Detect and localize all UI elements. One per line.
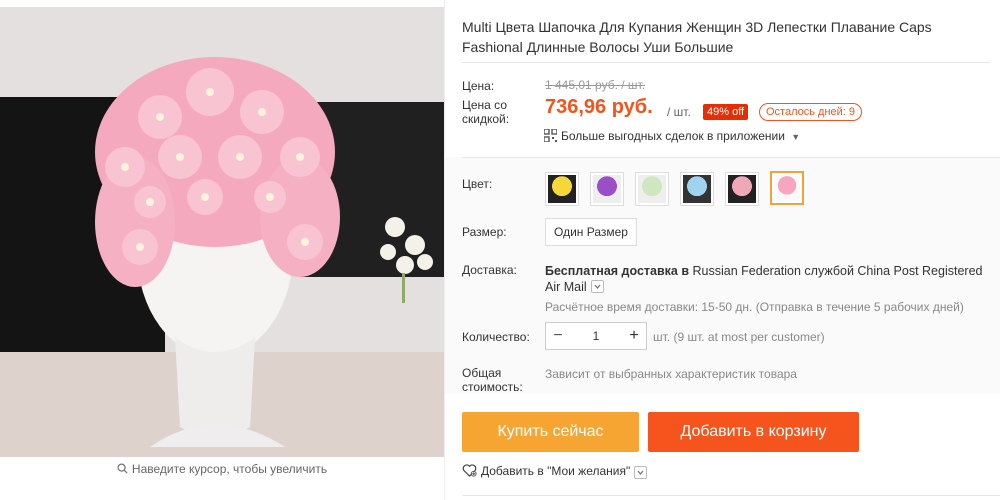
discount-price-label-line1: Цена со xyxy=(462,98,507,112)
magnify-hint: Наведите курсор, чтобы увеличить xyxy=(0,462,444,477)
discount-price-label: Цена со скидкой: xyxy=(462,98,509,126)
price-divider xyxy=(462,157,1000,158)
quantity-increase-button[interactable]: + xyxy=(622,323,646,349)
days-left-badge: Осталось дней: 9 xyxy=(759,103,863,121)
shipping-estimate: Расчётное время доставки: 15-50 дн. (Отп… xyxy=(545,300,964,314)
discount-badge: 49% off xyxy=(703,104,749,120)
swatch-thumb xyxy=(728,175,756,203)
total-label-line2: стоимость: xyxy=(462,380,523,394)
color-label: Цвет: xyxy=(462,177,493,191)
magnify-hint-text: Наведите курсор, чтобы увеличить xyxy=(131,462,328,476)
product-title: Multi Цвета Шапочка Для Купания Женщин 3… xyxy=(462,19,932,55)
product-gallery: Наведите курсор, чтобы увеличить xyxy=(0,0,444,500)
quantity-note: шт. (9 шт. at most per customer) xyxy=(653,330,825,344)
quantity-input[interactable] xyxy=(570,323,622,349)
product-info: Multi Цвета Шапочка Для Купания Женщин 3… xyxy=(462,0,1000,500)
old-price: 1 445,01 руб. / шт. xyxy=(545,78,646,92)
color-swatch-pink[interactable] xyxy=(770,171,804,205)
swatch-thumb xyxy=(548,175,576,203)
shipping-dropdown-button[interactable] xyxy=(590,280,604,294)
magnifier-icon xyxy=(117,463,128,477)
color-swatch-yellow[interactable] xyxy=(545,172,579,206)
quantity-stepper: − + xyxy=(545,322,647,350)
buy-now-button[interactable]: Купить сейчас xyxy=(462,412,639,452)
color-swatch-purple[interactable] xyxy=(590,172,624,206)
swatch-thumb xyxy=(638,175,666,203)
quantity-label: Количество: xyxy=(462,330,530,344)
app-deals-link[interactable]: Больше выгодных сделок в приложении ▼ xyxy=(543,128,801,145)
heart-icon xyxy=(462,464,477,480)
shipping-free-text: Бесплатная доставка в xyxy=(545,264,690,278)
discount-price-label-line2: скидкой: xyxy=(462,112,510,126)
size-option-button[interactable]: Один Размер xyxy=(545,218,637,246)
color-swatch-blue[interactable] xyxy=(680,172,714,206)
total-note: Зависит от выбранных характеристик товар… xyxy=(545,367,797,381)
product-image[interactable] xyxy=(0,7,444,457)
chevron-down-icon: ▼ xyxy=(791,132,801,143)
title-divider xyxy=(462,62,990,63)
swatch-thumb xyxy=(683,175,711,203)
swatch-thumb xyxy=(774,175,800,201)
shipping-label: Доставка: xyxy=(462,263,517,277)
discount-price: 736,96 руб. xyxy=(545,96,653,118)
app-deals-text: Больше выгодных сделок в приложении xyxy=(561,129,785,144)
wishlist-dropdown-button[interactable] xyxy=(634,465,648,479)
wishlist-text: Добавить в "Мои желания" xyxy=(481,464,631,479)
price-label: Цена: xyxy=(462,79,495,93)
total-label: Общая стоимость: xyxy=(462,366,523,394)
per-unit: / шт. xyxy=(667,105,691,119)
color-swatch-mint[interactable] xyxy=(635,172,669,206)
quantity-decrease-button[interactable]: − xyxy=(546,323,570,349)
size-label: Размер: xyxy=(462,225,507,239)
total-label-line1: Общая xyxy=(462,366,502,380)
color-swatch-multicolor[interactable] xyxy=(725,172,759,206)
shipping-info: Бесплатная доставка в Russian Federation… xyxy=(545,263,990,295)
bottom-divider xyxy=(462,495,1000,496)
swatch-thumb xyxy=(593,175,621,203)
add-to-wishlist-link[interactable]: Добавить в "Мои желания" xyxy=(462,464,648,480)
add-to-cart-button[interactable]: Добавить в корзину xyxy=(648,412,859,452)
qr-code-icon xyxy=(543,128,558,145)
